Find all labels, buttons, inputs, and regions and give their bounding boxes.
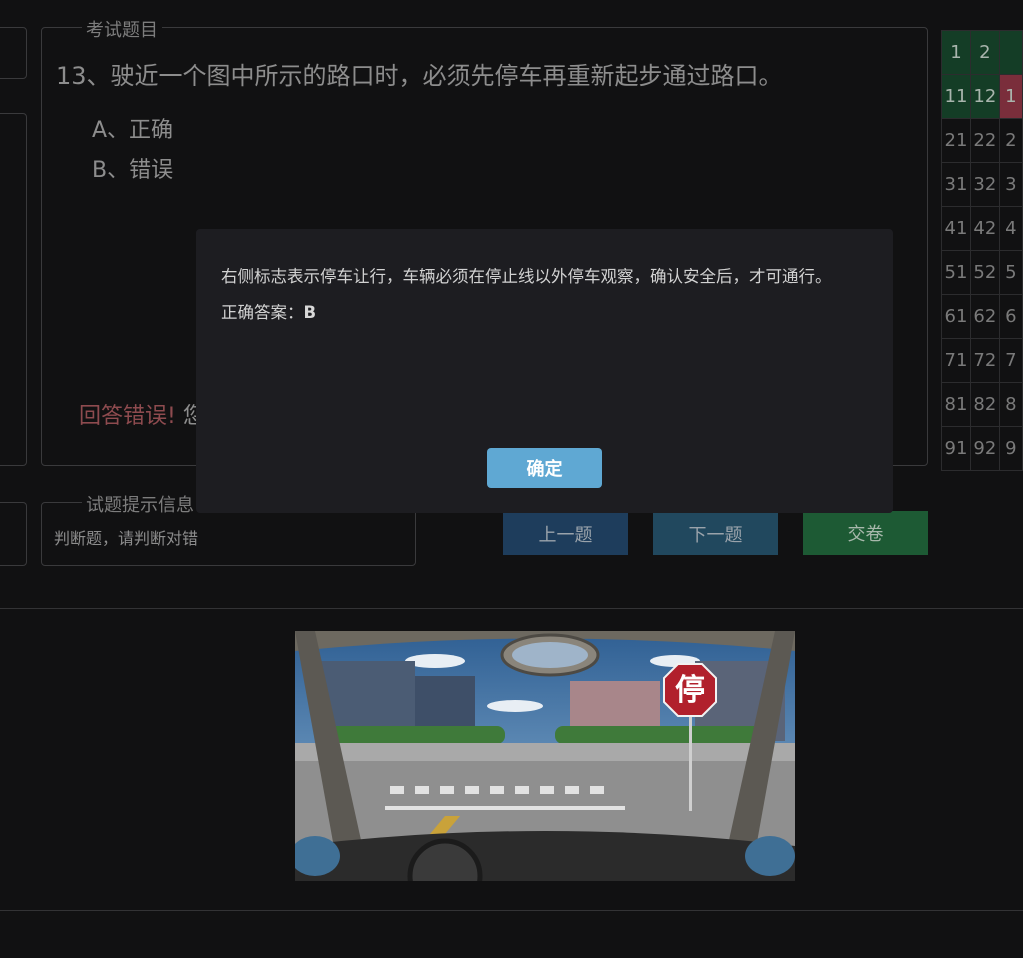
answer-grid-row: 51 52 5 — [941, 250, 1023, 295]
correct-answer-label: 正确答案： — [221, 303, 304, 322]
answer-grid-cell[interactable]: 51 — [941, 250, 971, 295]
answer-grid-cell[interactable]: 2 — [969, 30, 1000, 75]
answer-grid-cell[interactable]: 12 — [969, 74, 1000, 119]
correct-answer-line: 正确答案：B — [221, 295, 832, 331]
answer-grid-cell[interactable]: 3 — [998, 162, 1023, 207]
answer-grid-cell[interactable] — [998, 30, 1023, 75]
answer-grid-row: 12 — [941, 30, 1023, 75]
answer-grid-row: 21 22 2 — [941, 118, 1023, 163]
answer-grid-cell[interactable]: 62 — [969, 294, 1000, 339]
answer-grid-cell[interactable]: 82 — [969, 382, 1000, 427]
answer-result: 回答错误! 您 — [79, 398, 205, 430]
crosswalk — [390, 786, 604, 794]
answer-grid-cell[interactable]: 52 — [969, 250, 1000, 295]
side-mirror-right — [745, 836, 795, 876]
answer-grid-row: 91 92 9 — [941, 426, 1023, 471]
answer-grid-row: 31 32 3 — [941, 162, 1023, 207]
answer-grid-cell[interactable]: 6 — [998, 294, 1023, 339]
next-question-button[interactable]: 下一题 — [653, 513, 778, 555]
mirror-glass — [512, 642, 588, 668]
explanation-modal: 右侧标志表示停车让行，车辆必须在停止线以外停车观察，确认安全后，才可通行。 正确… — [196, 229, 893, 513]
question-panel-legend: 考试题目 — [82, 16, 162, 42]
answer-grid-cell[interactable]: 92 — [969, 426, 1000, 471]
explanation-text: 右侧标志表示停车让行，车辆必须在停止线以外停车观察，确认安全后，才可通行。 — [221, 267, 832, 286]
answer-grid-cell[interactable]: 41 — [941, 206, 971, 251]
answer-grid-cell[interactable]: 8 — [998, 382, 1023, 427]
left-panel-bottom — [0, 502, 27, 566]
answer-grid-cell[interactable]: 91 — [941, 426, 971, 471]
answer-grid-row: 11 12 1 — [941, 74, 1023, 119]
answer-grid-cell[interactable]: 1 — [998, 74, 1023, 119]
answer-grid-cell[interactable]: 61 — [941, 294, 971, 339]
answer-grid-row: 41 42 4 — [941, 206, 1023, 251]
answer-grid-cell[interactable]: 2 — [998, 118, 1023, 163]
answer-grid-cell[interactable]: 7 — [998, 338, 1023, 383]
confirm-button[interactable]: 确定 — [487, 448, 602, 488]
answer-grid-cell[interactable]: 22 — [969, 118, 1000, 163]
question-text: 13、驶近一个图中所示的路口时，必须先停车再重新起步通过路口。 — [56, 62, 783, 90]
submit-exam-button[interactable]: 交卷 — [803, 511, 928, 555]
answer-grid-row: 81 82 8 — [941, 382, 1023, 427]
correct-answer-value: B — [303, 303, 317, 322]
answer-grid-cell[interactable]: 5 — [998, 250, 1023, 295]
trees-right — [555, 726, 765, 744]
answer-grid-cell[interactable]: 32 — [969, 162, 1000, 207]
divider-top — [0, 608, 1023, 609]
answer-grid-cell[interactable]: 21 — [941, 118, 971, 163]
answer-grid-cell[interactable]: 9 — [998, 426, 1023, 471]
answer-grid-cell[interactable]: 81 — [941, 382, 971, 427]
trees-left — [325, 726, 505, 744]
answer-card-grid: 1 2 11 12 1 21 22 2 31 32 3 41 42 4 51 52 5 61 62 6 71 72 7 81 8… — [941, 30, 1023, 471]
hint-text: 判断题，请判断对错 — [54, 529, 199, 548]
stop-line — [385, 806, 625, 810]
result-wrong-text: 回答错误! — [79, 404, 176, 429]
modal-body: 右侧标志表示停车让行，车辆必须在停止线以外停车观察，确认安全后，才可通行。 正确… — [221, 259, 832, 331]
divider-bottom — [0, 910, 1023, 911]
option-a[interactable]: A、正确 — [92, 112, 173, 144]
answer-grid-cell[interactable]: 71 — [941, 338, 971, 383]
answer-grid-cell[interactable]: 72 — [969, 338, 1000, 383]
answer-grid-row: 61 62 6 — [941, 294, 1023, 339]
dashboard — [295, 831, 795, 881]
answer-grid-cell[interactable]: 1 — [941, 30, 971, 75]
answer-grid-cell[interactable]: 11 — [941, 74, 971, 119]
answer-grid-cell[interactable]: 42 — [969, 206, 1000, 251]
cloud-2 — [487, 700, 543, 712]
stop-sign-label: 停 — [675, 673, 705, 708]
option-b[interactable]: B、错误 — [92, 152, 173, 184]
hint-panel-legend: 试题提示信息 — [82, 491, 198, 517]
question-illustration: 停 — [295, 631, 795, 881]
sign-pole — [689, 711, 692, 811]
left-panel-top — [0, 27, 27, 79]
prev-question-button[interactable]: 上一题 — [503, 513, 628, 555]
crossroad — [295, 743, 795, 761]
left-panel-middle — [0, 113, 27, 466]
answer-grid-cell[interactable]: 4 — [998, 206, 1023, 251]
answer-grid-cell[interactable]: 31 — [941, 162, 971, 207]
answer-grid-row: 71 72 7 — [941, 338, 1023, 383]
driver-view-illustration: 停 — [295, 631, 795, 881]
